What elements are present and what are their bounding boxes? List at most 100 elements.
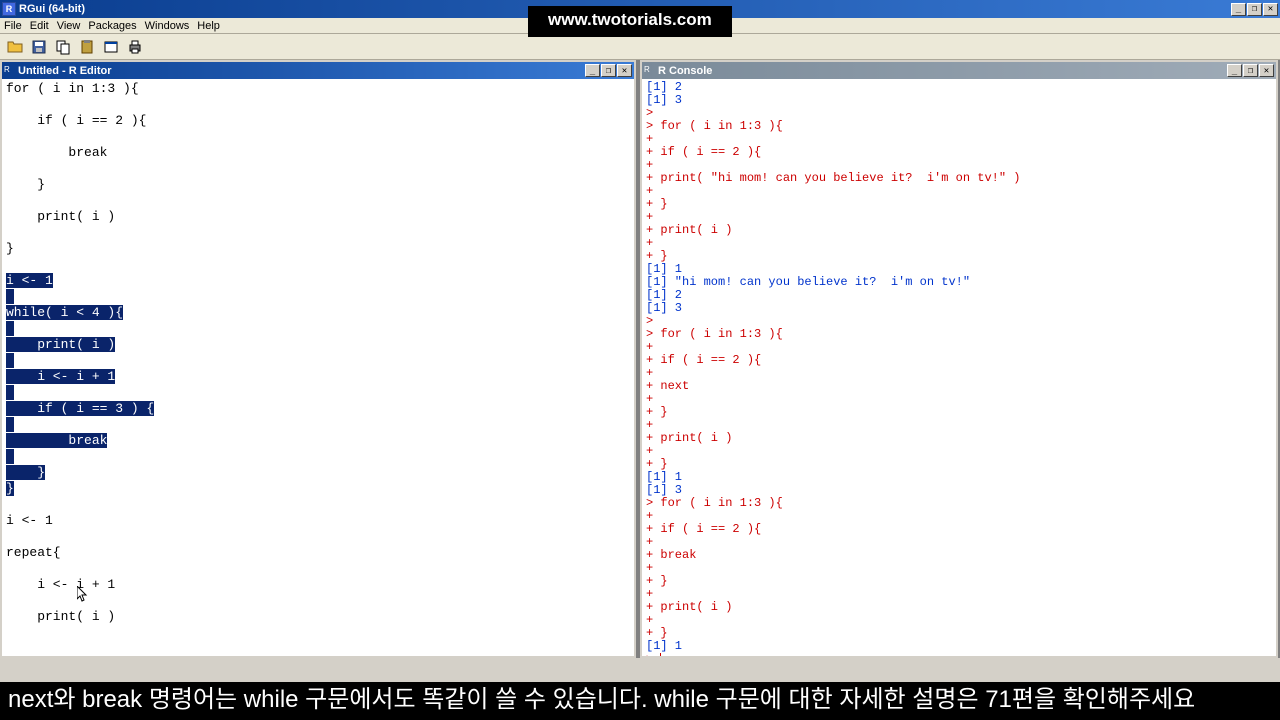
console-line[interactable]: + print( i ): [646, 601, 1272, 614]
editor-line[interactable]: i <- i + 1: [6, 369, 630, 385]
console-line[interactable]: + print( "hi mom! can you believe it? i'…: [646, 172, 1272, 185]
console-line[interactable]: +: [646, 185, 1272, 198]
console-line[interactable]: > for ( i in 1:3 ){: [646, 120, 1272, 133]
console-line[interactable]: [1] 3: [646, 94, 1272, 107]
editor-line[interactable]: [6, 193, 630, 209]
editor-line[interactable]: i <- 1: [6, 513, 630, 529]
console-close-button[interactable]: ✕: [1259, 64, 1274, 77]
editor-line[interactable]: [6, 385, 630, 401]
console-line[interactable]: > for ( i in 1:3 ){: [646, 328, 1272, 341]
editor-line[interactable]: print( i ): [6, 337, 630, 353]
menu-file[interactable]: File: [4, 20, 22, 32]
console-line[interactable]: [1] 1: [646, 640, 1272, 653]
console-maximize-button[interactable]: ❐: [1243, 64, 1258, 77]
menu-packages[interactable]: Packages: [88, 20, 136, 32]
editor-line[interactable]: i <- i + 1: [6, 577, 630, 593]
console-titlebar[interactable]: R R Console _ ❐ ✕: [642, 62, 1276, 79]
editor-line[interactable]: print( i ): [6, 609, 630, 625]
editor-line[interactable]: [6, 161, 630, 177]
save-icon[interactable]: [28, 36, 50, 58]
console-title: R Console: [656, 65, 1227, 77]
console-line[interactable]: +: [646, 562, 1272, 575]
editor-line[interactable]: if ( i == 2 ){: [6, 113, 630, 129]
editor-minimize-button[interactable]: _: [585, 64, 600, 77]
editor-titlebar[interactable]: R Untitled - R Editor _ ❐ ✕: [2, 62, 634, 79]
console-line[interactable]: + }: [646, 627, 1272, 640]
console-line[interactable]: +: [646, 614, 1272, 627]
console-line[interactable]: +: [646, 445, 1272, 458]
console-line[interactable]: + }: [646, 198, 1272, 211]
minimize-button[interactable]: _: [1231, 3, 1246, 16]
menu-view[interactable]: View: [57, 20, 81, 32]
menu-help[interactable]: Help: [197, 20, 220, 32]
editor-line[interactable]: [6, 353, 630, 369]
console-line[interactable]: + next: [646, 380, 1272, 393]
console-line[interactable]: [1] "hi mom! can you believe it? i'm on …: [646, 276, 1272, 289]
editor-line[interactable]: while( i < 4 ){: [6, 305, 630, 321]
editor-line[interactable]: [6, 257, 630, 273]
editor-line[interactable]: for ( i in 1:3 ){: [6, 81, 630, 97]
editor-maximize-button[interactable]: ❐: [601, 64, 616, 77]
editor-line[interactable]: [6, 417, 630, 433]
console-content[interactable]: [1] 2[1] 3> > for ( i in 1:3 ){+ + if ( …: [642, 79, 1276, 656]
editor-line[interactable]: [6, 225, 630, 241]
editor-line[interactable]: [6, 497, 630, 513]
editor-line[interactable]: [6, 593, 630, 609]
editor-line[interactable]: }: [6, 465, 630, 481]
console-line[interactable]: +: [646, 419, 1272, 432]
open-icon[interactable]: [4, 36, 26, 58]
editor-line[interactable]: [6, 129, 630, 145]
editor-content[interactable]: for ( i in 1:3 ){ if ( i == 2 ){ break }…: [2, 79, 634, 656]
paste-icon[interactable]: [76, 36, 98, 58]
console-line[interactable]: + }: [646, 406, 1272, 419]
console-icon[interactable]: [100, 36, 122, 58]
editor-line[interactable]: [6, 289, 630, 305]
console-line[interactable]: [1] 2: [646, 81, 1272, 94]
console-line[interactable]: +: [646, 367, 1272, 380]
editor-line[interactable]: if ( i == 3 ) {: [6, 401, 630, 417]
menu-edit[interactable]: Edit: [30, 20, 49, 32]
console-line[interactable]: +: [646, 211, 1272, 224]
editor-line[interactable]: print( i ): [6, 209, 630, 225]
editor-line[interactable]: repeat{: [6, 545, 630, 561]
console-line[interactable]: [1] 1: [646, 471, 1272, 484]
console-line[interactable]: + if ( i == 2 ){: [646, 146, 1272, 159]
console-line[interactable]: +: [646, 393, 1272, 406]
console-line[interactable]: [1] 2: [646, 289, 1272, 302]
editor-line[interactable]: [6, 449, 630, 465]
console-minimize-button[interactable]: _: [1227, 64, 1242, 77]
editor-line[interactable]: [6, 625, 630, 641]
console-line[interactable]: > for ( i in 1:3 ){: [646, 497, 1272, 510]
console-line[interactable]: [1] 3: [646, 302, 1272, 315]
editor-line[interactable]: [6, 529, 630, 545]
editor-line[interactable]: }: [6, 241, 630, 257]
console-line[interactable]: + print( i ): [646, 432, 1272, 445]
copy-icon[interactable]: [52, 36, 74, 58]
console-line[interactable]: + if ( i == 2 ){: [646, 523, 1272, 536]
console-line[interactable]: + }: [646, 250, 1272, 263]
console-line[interactable]: +: [646, 588, 1272, 601]
editor-close-button[interactable]: ✕: [617, 64, 632, 77]
editor-line[interactable]: [6, 321, 630, 337]
console-line[interactable]: +: [646, 536, 1272, 549]
editor-line[interactable]: [6, 561, 630, 577]
editor-line[interactable]: }: [6, 177, 630, 193]
console-line[interactable]: + break: [646, 549, 1272, 562]
console-line[interactable]: + }: [646, 458, 1272, 471]
editor-title: Untitled - R Editor: [16, 65, 585, 77]
console-line[interactable]: >: [646, 653, 1272, 656]
editor-line[interactable]: break: [6, 145, 630, 161]
editor-line[interactable]: [6, 97, 630, 113]
console-line[interactable]: + print( i ): [646, 224, 1272, 237]
console-line[interactable]: + }: [646, 575, 1272, 588]
window-controls: _ ❐ ✕: [1231, 3, 1278, 16]
console-line[interactable]: +: [646, 237, 1272, 250]
console-line[interactable]: + if ( i == 2 ){: [646, 354, 1272, 367]
print-icon[interactable]: [124, 36, 146, 58]
menu-windows[interactable]: Windows: [145, 20, 190, 32]
editor-line[interactable]: }: [6, 481, 630, 497]
maximize-button[interactable]: ❐: [1247, 3, 1262, 16]
close-button[interactable]: ✕: [1263, 3, 1278, 16]
editor-line[interactable]: i <- 1: [6, 273, 630, 289]
editor-line[interactable]: break: [6, 433, 630, 449]
